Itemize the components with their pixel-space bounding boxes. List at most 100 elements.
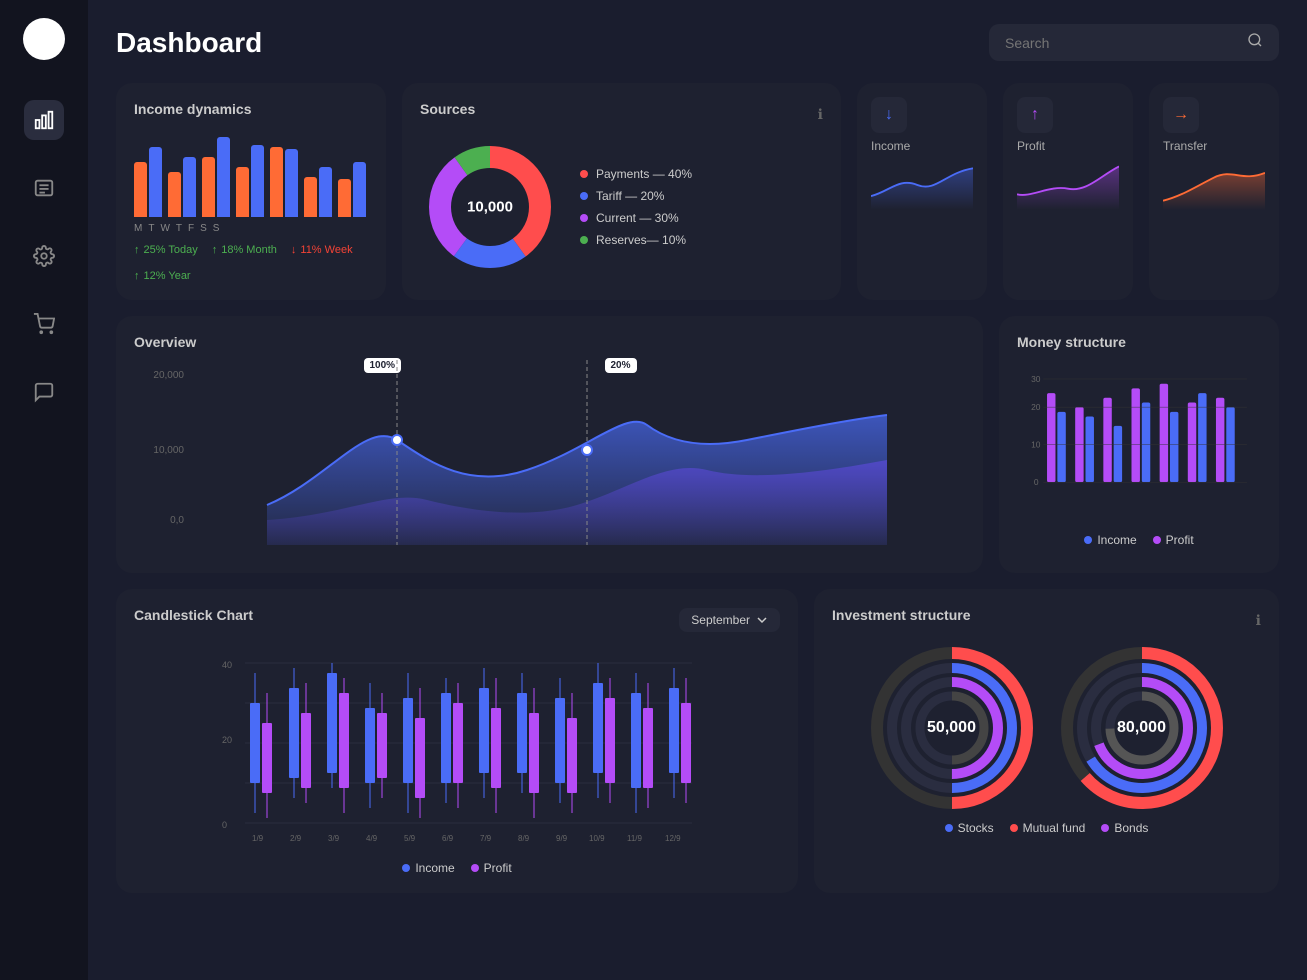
bar-blue	[353, 162, 366, 217]
stat-month: 18% Month	[212, 244, 277, 256]
bar-blue	[183, 157, 196, 217]
svg-text:3/9: 3/9	[328, 834, 340, 843]
svg-text:0: 0	[1034, 477, 1039, 487]
candlestick-title: Candlestick Chart	[134, 607, 253, 623]
arrow-up-year	[134, 270, 140, 282]
sidebar-icon-settings[interactable]	[24, 236, 64, 276]
bar-blue	[285, 149, 298, 217]
overview-svg	[189, 360, 965, 545]
stat-month-label: 18% Month	[221, 244, 277, 256]
sidebar-icon-list[interactable]	[24, 168, 64, 208]
bar-label-s: S	[200, 223, 207, 234]
bar-label-w: W	[160, 223, 169, 234]
sidebar-icon-cart[interactable]	[24, 304, 64, 344]
stat-card-transfer: → Transfer	[1149, 83, 1279, 300]
investment-info-icon[interactable]: ℹ	[1256, 612, 1261, 629]
investment-donuts: 50,000 80,000	[832, 643, 1261, 813]
income-stats: 25% Today 18% Month 11% Week 12% Year	[134, 244, 368, 282]
sources-inner: 10,000 Payments — 40% Tariff — 20% Curre…	[420, 137, 823, 277]
transfer-sparkline	[1163, 157, 1265, 212]
svg-text:9/9: 9/9	[556, 834, 568, 843]
overview-title: Overview	[134, 334, 965, 350]
money-label-income: Income	[1097, 533, 1136, 547]
sidebar-icon-message[interactable]	[24, 372, 64, 412]
stat-year: 12% Year	[134, 270, 191, 282]
bar-label-s2: S	[213, 223, 220, 234]
inv-dot-mutual	[1010, 824, 1018, 832]
sources-header: Sources ℹ	[420, 101, 823, 127]
legend-label-current: Current — 30%	[596, 211, 679, 225]
avatar[interactable]	[23, 18, 65, 60]
bar-group	[304, 167, 332, 217]
legend-dot-payments	[580, 170, 588, 178]
svg-text:0: 0	[222, 820, 227, 830]
candlestick-svg: 40 20 0 1/9 2/9 3/9 4/9 5/9 6/9 7	[134, 643, 780, 853]
svg-text:7/9: 7/9	[480, 834, 492, 843]
bar-orange	[304, 177, 317, 217]
svg-text:11/9: 11/9	[627, 834, 643, 843]
arrow-down-week	[291, 244, 297, 256]
sources-legend: Payments — 40% Tariff — 20% Current — 30…	[580, 167, 692, 247]
bar-orange	[168, 172, 181, 217]
candle-label-profit: Profit	[484, 861, 512, 875]
row3: Candlestick Chart September 40 20 0	[116, 589, 1279, 893]
candle-dot-profit	[471, 864, 479, 872]
svg-text:20: 20	[222, 735, 232, 745]
money-label-profit: Profit	[1166, 533, 1194, 547]
bar-orange	[270, 147, 283, 217]
stat-today-label: 25% Today	[144, 244, 198, 256]
bar-blue	[149, 147, 162, 217]
investment-donut-2: 80,000	[1057, 643, 1227, 813]
profit-sparkline	[1017, 157, 1119, 212]
svg-text:5/9: 5/9	[404, 834, 416, 843]
inv-dot-bonds	[1101, 824, 1109, 832]
bar-orange	[338, 179, 351, 217]
arrow-up-today	[134, 244, 140, 256]
bar-group	[270, 147, 298, 217]
svg-text:6/9: 6/9	[442, 834, 454, 843]
stat-today: 25% Today	[134, 244, 198, 256]
svg-text:4/9: 4/9	[366, 834, 378, 843]
candle-legend-income: Income	[402, 861, 454, 875]
legend-dot-current	[580, 214, 588, 222]
inv-label-bonds: Bonds	[1114, 821, 1148, 835]
stat-week-label: 11% Week	[300, 244, 352, 256]
stat-year-label: 12% Year	[144, 270, 191, 282]
stat-card-profit: ↑ Profit	[1003, 83, 1133, 300]
investment-title: Investment structure	[832, 607, 970, 623]
transfer-stat-icon: →	[1163, 97, 1199, 133]
page-title: Dashboard	[116, 27, 262, 59]
search-bar[interactable]	[989, 24, 1279, 61]
stat-card-income: ↓ Income	[857, 83, 987, 300]
bar-blue	[251, 145, 264, 217]
bar-label-t2: T	[176, 223, 182, 234]
money-structure-legend: Income Profit	[1017, 533, 1261, 547]
sidebar-icon-chart[interactable]	[24, 100, 64, 140]
inv-legend-mutual: Mutual fund	[1010, 821, 1086, 835]
inv-label-stocks: Stocks	[958, 821, 994, 835]
svg-text:12/9: 12/9	[665, 834, 681, 843]
svg-text:2/9: 2/9	[290, 834, 302, 843]
bar-group	[134, 147, 162, 217]
search-icon	[1247, 32, 1263, 53]
income-bar-chart	[134, 127, 368, 217]
bar-labels: M T W T F S S	[134, 223, 368, 234]
profit-stat-icon: ↑	[1017, 97, 1053, 133]
overview-card: Overview 20,000 10,000 0,0 100% 20%	[116, 316, 983, 573]
search-input[interactable]	[1005, 35, 1237, 51]
investment-card: Investment structure ℹ	[814, 589, 1279, 893]
investment-donut-1: 50,000	[867, 643, 1037, 813]
svg-text:10: 10	[1031, 440, 1041, 450]
legend-label-reserves: Reserves— 10%	[596, 233, 686, 247]
candlestick-dropdown[interactable]: September	[679, 608, 780, 632]
income-stat-title: Income	[871, 139, 973, 153]
row1: Income dynamics M T W T F S S 25% Today	[116, 83, 1279, 300]
sources-info-icon[interactable]: ℹ	[818, 106, 823, 123]
candle-label-income: Income	[415, 861, 454, 875]
candle-dot-income	[402, 864, 410, 872]
income-stat-icon: ↓	[871, 97, 907, 133]
candlestick-card: Candlestick Chart September 40 20 0	[116, 589, 798, 893]
svg-text:1/9: 1/9	[252, 834, 264, 843]
y-label-20000: 20,000	[134, 370, 184, 381]
stat-week: 11% Week	[291, 244, 353, 256]
